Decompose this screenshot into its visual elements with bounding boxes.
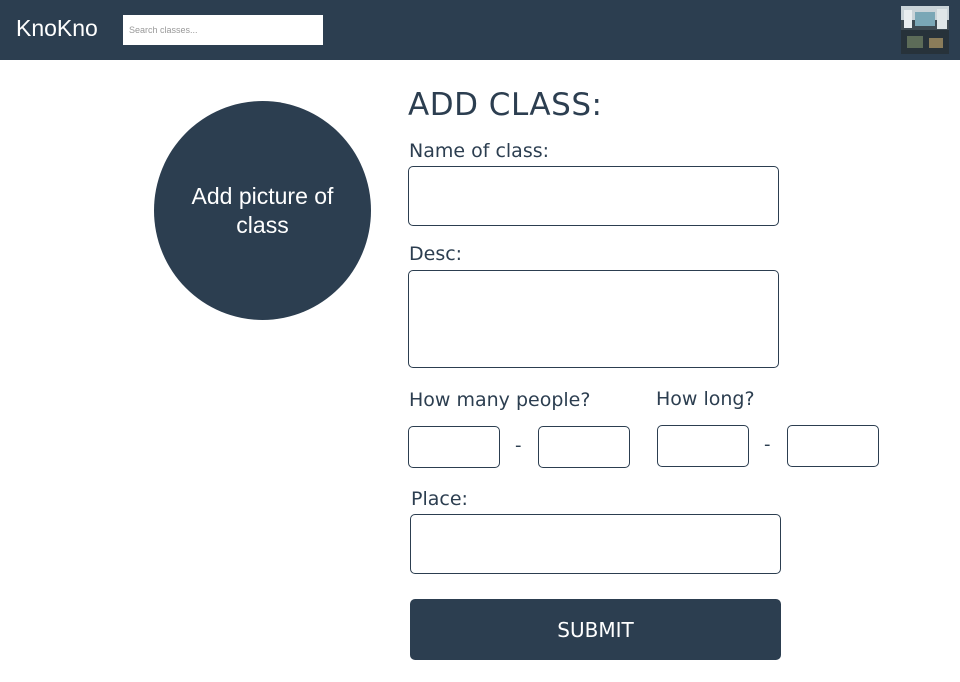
people-max-input[interactable]	[538, 426, 630, 468]
how-long-label: How long?	[656, 388, 755, 410]
avatar-photo-part	[915, 12, 935, 26]
add-picture-button[interactable]: Add picture of class	[154, 101, 371, 320]
page-title: ADD CLASS:	[408, 87, 603, 123]
name-of-class-input[interactable]	[408, 166, 779, 226]
avatar-photo-part	[929, 38, 943, 48]
avatar-photo-part	[904, 10, 912, 28]
desc-textarea[interactable]	[408, 270, 779, 368]
search-input[interactable]	[123, 15, 323, 45]
name-of-class-label: Name of class:	[409, 140, 550, 162]
place-label: Place:	[411, 488, 468, 510]
duration-min-input[interactable]	[657, 425, 749, 467]
people-range-separator: -	[515, 435, 522, 456]
desc-label: Desc:	[409, 243, 463, 265]
submit-button[interactable]: SUBMIT	[410, 599, 781, 660]
user-avatar[interactable]	[901, 6, 949, 54]
add-picture-label: Add picture of class	[191, 182, 334, 238]
people-min-input[interactable]	[408, 426, 500, 468]
duration-max-input[interactable]	[787, 425, 879, 467]
app-logo[interactable]: KnoKno	[16, 15, 98, 42]
avatar-photo-part	[937, 9, 947, 29]
top-navigation-bar: KnoKno	[0, 0, 960, 60]
duration-range-separator: -	[764, 434, 771, 455]
how-many-people-label: How many people?	[409, 389, 591, 411]
avatar-photo-part	[907, 36, 923, 48]
place-input[interactable]	[410, 514, 781, 574]
